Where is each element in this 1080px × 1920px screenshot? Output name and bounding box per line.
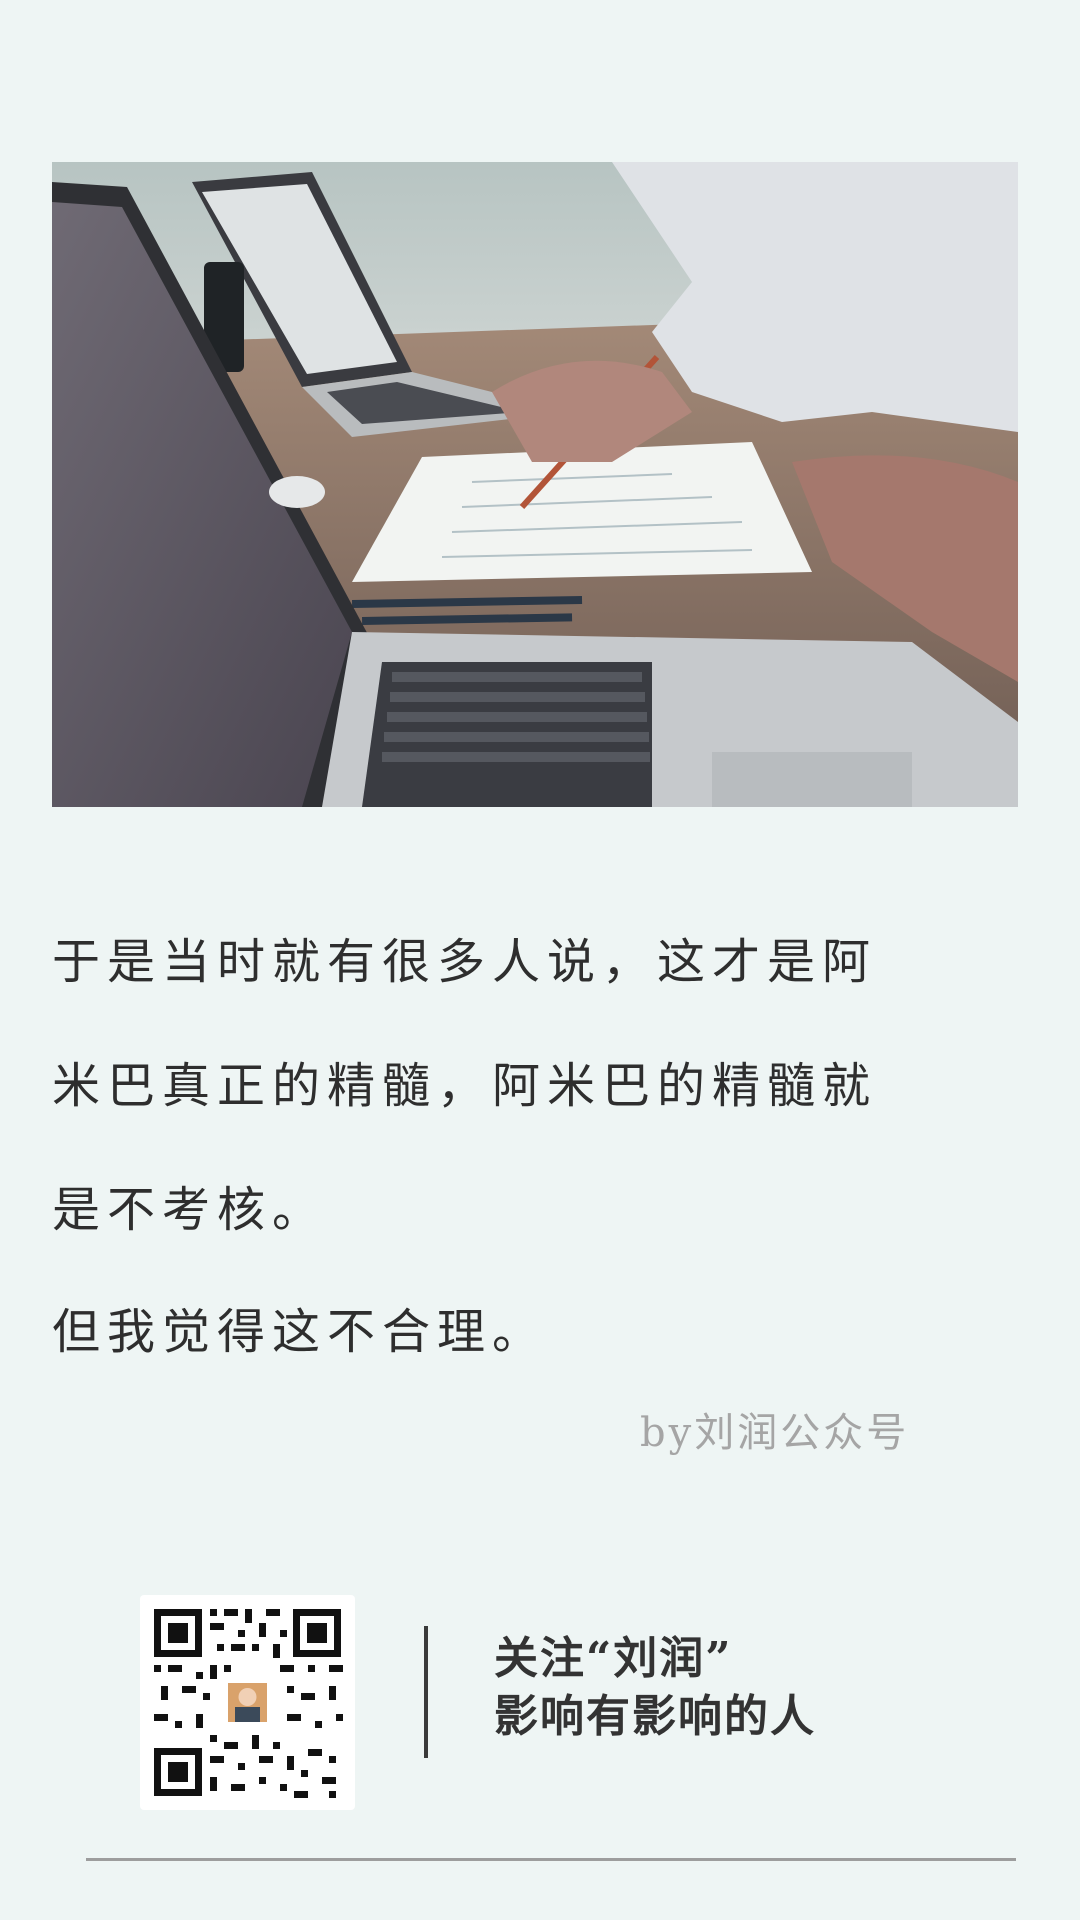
header-photo: [52, 162, 1018, 807]
byline: by刘润公众号: [640, 1410, 910, 1456]
qr-code[interactable]: [140, 1595, 355, 1810]
follow-title: 关注“刘润”: [494, 1633, 733, 1684]
paragraph-line: 米巴真正的精髓，阿米巴的精髓就: [52, 1058, 878, 1114]
slogan: 影响有影响的人: [494, 1691, 816, 1742]
follow-block: 关注“刘润” 影响有影响的人: [494, 1630, 816, 1746]
paragraph-line: 是不考核。: [52, 1182, 328, 1238]
paragraph-line: 于是当时就有很多人说，这才是阿: [52, 934, 878, 990]
bottom-divider: [86, 1858, 1016, 1861]
article-text: 于是当时就有很多人说，这才是阿 米巴真正的精髓，阿米巴的精髓就 是不考核。 但我…: [52, 900, 1012, 1394]
vertical-divider: [424, 1626, 428, 1758]
paragraph-2: 但我觉得这不合理。: [52, 1304, 548, 1360]
